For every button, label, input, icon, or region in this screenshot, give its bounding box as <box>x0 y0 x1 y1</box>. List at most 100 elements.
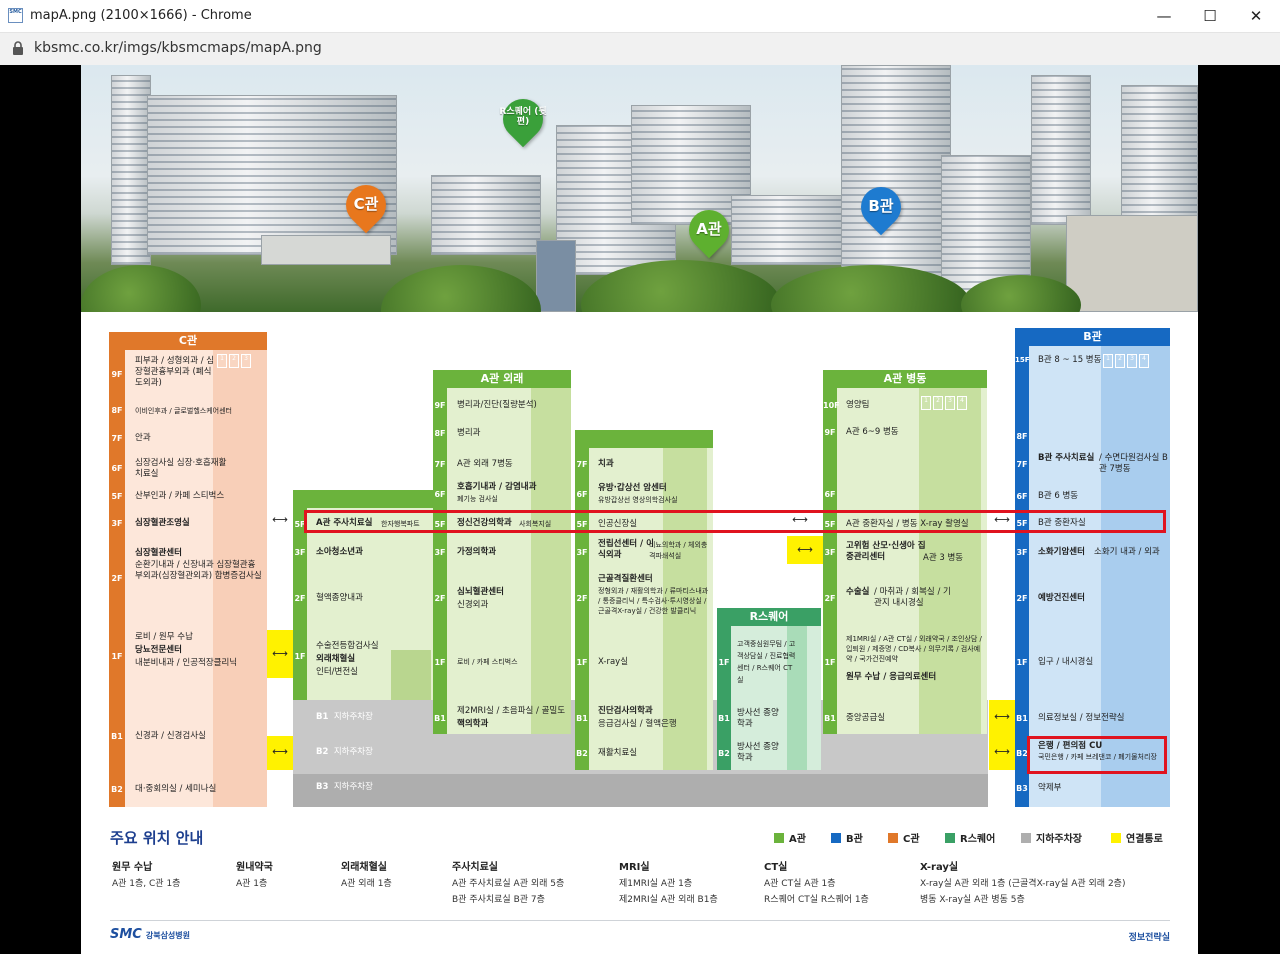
c-6f-text: 심장검사실 심장·호흡재활치료실 <box>135 458 227 479</box>
parking-b3-label: B3 지하주차장 <box>316 782 373 792</box>
a-ward-3f-title: 고위험 산모·신생아 집중관리센터 <box>846 541 926 562</box>
legend-label: 지하주차장 <box>1036 834 1082 845</box>
floor-map: C관 123 9F 피부과 / 성형외과 / 심장혈관흉부외과 (폐식도외과) … <box>81 312 1198 812</box>
logo-text: SMC <box>110 927 142 942</box>
info-line: A관 CT실 A관 1층 <box>764 879 836 889</box>
a-mid-3f-text: 비뇨의학과 / 체외충격파쇄석실 <box>649 541 708 560</box>
info-blood: 외래채혈실 A관 외래 1층 <box>341 860 392 892</box>
r-header: R스퀘어 <box>717 608 821 626</box>
floor-label: 7F <box>111 434 123 443</box>
a-out-header: A관 외래 <box>433 370 571 388</box>
floor-label: 8F <box>111 406 123 415</box>
c-5f-text: 산부인과 / 카페 스티벅스 <box>135 491 225 501</box>
logo-subtext: 강북삼성병원 <box>145 931 191 940</box>
a-ward-b1: 중앙공급실 <box>846 713 886 723</box>
c-b2-text: 대·중회의실 / 세미나실 <box>135 784 217 794</box>
parking-b1-text: 지하주차장 <box>333 712 373 722</box>
parking-b3 <box>293 774 988 807</box>
b-elevator-icon: 1234 <box>1103 354 1151 368</box>
info-line: B관 주사치료실 B관 7층 <box>452 895 545 905</box>
floor-label: B2 <box>111 785 123 794</box>
info-line: R스퀘어 CT실 R스퀘어 1층 <box>764 895 869 905</box>
info-title: 원내약국 <box>236 862 273 873</box>
floor-label: 1F <box>111 652 123 661</box>
floor-label: 9F <box>824 428 836 437</box>
c-2f-text: 순환기내과 / 신장내과 심장혈관흉부외과(심장혈관외과) 합병증검사실 <box>135 560 262 581</box>
a-out-7f: A관 외래 7병동 <box>457 459 513 469</box>
app-favicon-icon: SMC <box>8 8 23 23</box>
a-mid-b1-title: 진단검사의학과 <box>598 706 653 716</box>
connector-arrow-icon: ⟷ <box>989 744 1015 760</box>
elevator-icon: 1 <box>921 396 931 410</box>
info-line: A관 외래 1층 <box>341 879 392 889</box>
elevator-icon: 3 <box>241 354 251 368</box>
photo-building <box>1066 215 1198 312</box>
a-mid-7f: 치과 <box>598 459 614 469</box>
photo-roof <box>261 235 391 265</box>
legend-swatch-icon <box>1111 833 1121 843</box>
floor-label: 2F <box>111 574 123 583</box>
floor-label: 1F <box>824 658 836 667</box>
parking-b2-label: B2 지하주차장 <box>316 747 373 757</box>
a-ward-elevator-icon: 1234 <box>921 396 969 410</box>
legend-swatch-icon <box>945 833 955 843</box>
legend-swatch-icon <box>888 833 898 843</box>
photo-building <box>111 75 151 265</box>
info-line: A관 1층, C관 1층 <box>112 879 181 889</box>
legend-label: C관 <box>903 834 920 845</box>
b-1f: 입구 / 내시경실 <box>1038 657 1094 667</box>
legend-b: B관 <box>831 830 863 845</box>
info-title: MRI실 <box>619 862 650 873</box>
a-mid-header <box>575 430 713 448</box>
photo-parking-tower <box>536 240 576 312</box>
parking-b3-text: 지하주차장 <box>333 782 373 792</box>
floor-label: B1 <box>718 714 730 723</box>
floor-label: 3F <box>111 519 123 528</box>
floor-label: 2F <box>824 594 836 603</box>
a-1f-pre: 수술전등합검사실 <box>316 641 379 651</box>
a-1f-text: 인터/변전실 <box>316 667 358 677</box>
floor-label: 15F <box>1015 356 1030 364</box>
a-ward-1f-text: 제1MRI실 / A관 CT실 / 외래약국 / 조인상담 / 입퇴원 / 제증… <box>846 635 982 663</box>
photo-building-a <box>731 195 851 265</box>
floor-label: 2F <box>294 594 306 603</box>
a-out-9f: 병리과/진단(질량분석) <box>457 400 537 410</box>
a-ward-2f-title: 수술실 <box>846 587 870 597</box>
a-out-2f-text: 신경외과 <box>457 600 489 610</box>
a-ward-1f-title: 원무 수납 / 응급의료센터 <box>846 672 937 682</box>
a-out-6f-title: 호흡기내과 / 감염내과 <box>457 482 537 492</box>
floor-label: B2 <box>576 749 588 758</box>
close-button[interactable]: ✕ <box>1233 0 1279 33</box>
a-out-8f: 병리과 <box>457 428 481 438</box>
legend-label: B관 <box>846 834 863 845</box>
floor-label: 1F <box>294 652 306 661</box>
maximize-button[interactable]: ☐ <box>1187 0 1233 33</box>
hospital-map-image: C관 R스퀘어 (뒷편) A관 B관 C관 123 9F 피부과 / 성형외과 … <box>81 65 1198 954</box>
floor-label: 1F <box>576 658 588 667</box>
floor-label: 6F <box>1016 492 1028 501</box>
b-15f: B관 8 ~ 15 병동 <box>1038 355 1102 365</box>
c-1f-text: 내분비내과 / 인공적장클리닉 <box>135 658 238 668</box>
a-mid-b2: 재활치료실 <box>598 748 638 758</box>
floor-label: B1 <box>434 714 446 723</box>
floor-label: 3F <box>824 548 836 557</box>
a-out-2f-title: 심뇌혈관센터 <box>457 587 504 597</box>
a-mid-6f-title: 유방·갑상선 암센터 <box>598 483 667 493</box>
photo-tree <box>381 265 541 312</box>
floor-label: B1 <box>111 732 123 741</box>
info-line: X-ray실 A관 외래 1층 (근골격X-ray실 A관 외래 2층) <box>920 879 1126 889</box>
address-bar[interactable]: kbsmc.co.kr/imgs/kbsmcmaps/mapA.png <box>0 33 1280 65</box>
floor-label: 10F <box>823 401 840 410</box>
minimize-button[interactable]: — <box>1141 0 1187 33</box>
info-xray: X-ray실 X-ray실 A관 외래 1층 (근골격X-ray실 A관 외래 2… <box>920 860 1125 908</box>
info-ct: CT실 A관 CT실 A관 1층 R스퀘어 CT실 R스퀘어 1층 <box>764 860 869 908</box>
c-b1-text: 신경과 / 신경검사실 <box>135 731 206 741</box>
url-text[interactable]: kbsmc.co.kr/imgs/kbsmcmaps/mapA.png <box>34 40 322 56</box>
legend-parking: 지하주차장 <box>1021 830 1082 845</box>
info-line: 병동 X-ray실 A관 병동 5층 <box>920 895 1025 905</box>
highlight-b2-box <box>1027 736 1167 774</box>
info-mri: MRI실 제1MRI실 A관 1층 제2MRI실 A관 외래 B1층 <box>619 860 718 908</box>
c-7f-text: 안과 <box>135 433 151 443</box>
connector-arrow-icon: ⟷ <box>267 646 293 662</box>
legend-swatch-icon <box>774 833 784 843</box>
